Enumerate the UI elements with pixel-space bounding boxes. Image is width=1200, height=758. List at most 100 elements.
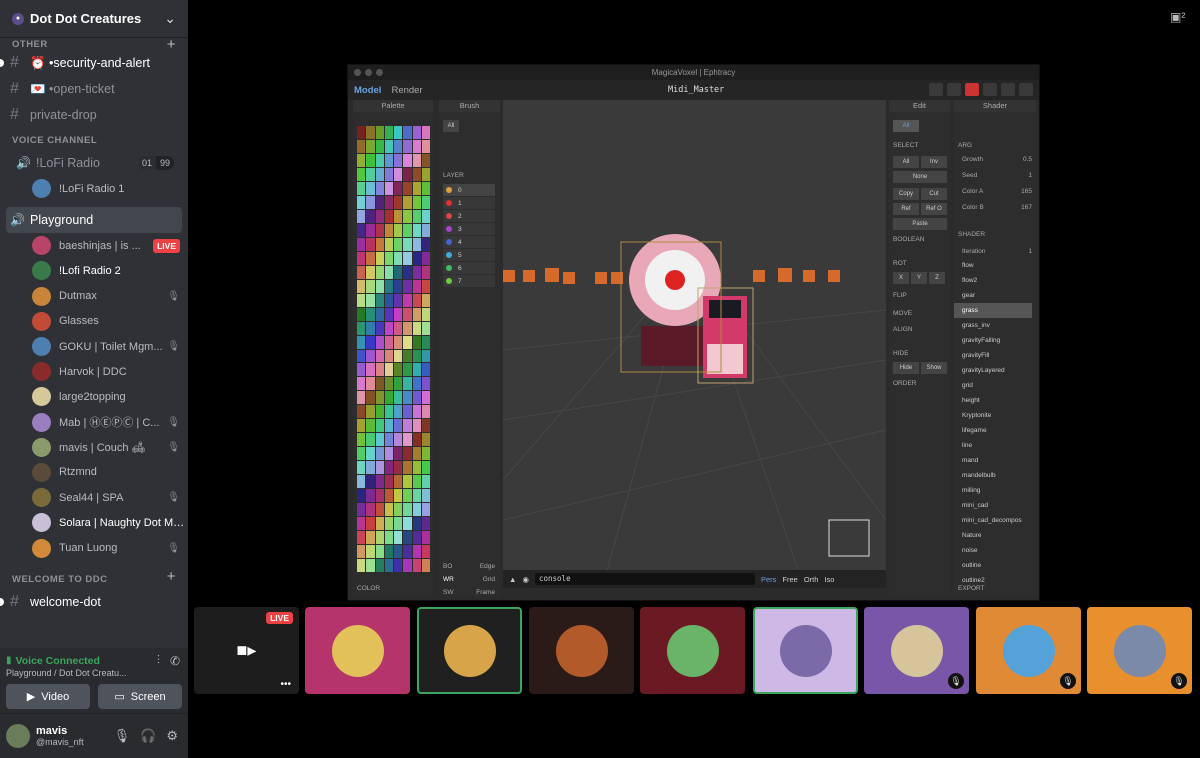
palette-swatch[interactable] [366, 433, 375, 447]
shader-item[interactable]: outline [954, 558, 1032, 573]
palette-swatch[interactable] [421, 419, 430, 433]
palette-swatch[interactable] [403, 545, 412, 559]
palette-swatch[interactable] [375, 307, 384, 321]
palette-swatch[interactable] [412, 433, 421, 447]
palette-swatch[interactable] [375, 377, 384, 391]
palette-swatch[interactable] [421, 265, 430, 279]
palette-swatch[interactable] [366, 251, 375, 265]
palette-swatch[interactable] [421, 251, 430, 265]
select-none-button[interactable]: None [893, 171, 947, 183]
layer-row[interactable]: 6 [443, 262, 495, 274]
chevron-down-icon[interactable]: ⌄ [164, 10, 176, 27]
palette-swatch[interactable] [421, 377, 430, 391]
server-header[interactable]: ● Dot Dot Creatures ⌄ [0, 0, 188, 38]
palette-swatch[interactable] [421, 153, 430, 167]
participant-tile[interactable] [640, 607, 745, 694]
ref-o-button[interactable]: Ref O [921, 203, 947, 215]
palette-swatch[interactable] [421, 489, 430, 503]
palette-swatch[interactable] [357, 349, 366, 363]
shader-item[interactable]: outline2 [954, 573, 1032, 583]
shader-item[interactable]: Kryptonite [954, 408, 1032, 423]
palette-swatch[interactable] [394, 209, 403, 223]
palette-swatch[interactable] [357, 363, 366, 377]
palette-swatch[interactable] [412, 181, 421, 195]
palette-swatch[interactable] [394, 181, 403, 195]
palette-swatch[interactable] [394, 503, 403, 517]
palette-swatch[interactable] [357, 405, 366, 419]
palette-swatch[interactable] [366, 405, 375, 419]
palette-swatch[interactable] [375, 419, 384, 433]
palette-swatch[interactable] [394, 461, 403, 475]
rot-z-button[interactable]: Z [929, 272, 945, 284]
participant-tile[interactable]: 🎙 [976, 607, 1081, 694]
palette-swatch[interactable] [366, 559, 375, 572]
palette-swatch[interactable] [366, 489, 375, 503]
arg-seed[interactable]: Seed 1 [962, 172, 1032, 179]
palette-swatch[interactable] [412, 223, 421, 237]
palette-swatch[interactable] [412, 405, 421, 419]
select-inv-button[interactable]: Inv [921, 156, 947, 168]
palette-swatch[interactable] [403, 461, 412, 475]
palette-swatch[interactable] [384, 153, 393, 167]
voice-member[interactable]: Mab | ⒽⒺⓅⒸ | C... 🎙 [0, 410, 188, 435]
tab-render[interactable]: Render [391, 85, 422, 96]
voice-member[interactable]: Solara | Naughty Dot Mg... [0, 510, 188, 535]
shader-item[interactable]: grass_inv [954, 318, 1032, 333]
palette-swatch[interactable] [384, 461, 393, 475]
category-voice-channel[interactable]: VOICE CHANNEL [0, 128, 188, 150]
shader-item[interactable]: flow2 [954, 273, 1032, 288]
palette-swatch[interactable] [403, 489, 412, 503]
palette-swatch[interactable] [421, 293, 430, 307]
shader-item[interactable]: height [954, 393, 1032, 408]
view-mode-iso[interactable]: Iso [824, 575, 834, 584]
palette-swatch[interactable] [375, 195, 384, 209]
palette-swatch[interactable] [366, 349, 375, 363]
voice-member[interactable]: Glasses [0, 309, 188, 334]
shader-item[interactable]: line [954, 438, 1032, 453]
shader-item[interactable]: gravityLayered [954, 363, 1032, 378]
palette-swatch[interactable] [412, 209, 421, 223]
palette-swatch[interactable] [403, 377, 412, 391]
palette-swatch[interactable] [384, 181, 393, 195]
palette-swatch[interactable] [421, 126, 430, 139]
palette-swatch[interactable] [412, 293, 421, 307]
channel-private-drop[interactable]: # private-drop [0, 102, 188, 128]
voice-member[interactable]: baeshinjas | is ... LIVE [0, 233, 188, 258]
palette-swatch[interactable] [366, 545, 375, 559]
palette-swatch[interactable] [421, 167, 430, 181]
palette-swatch[interactable] [384, 419, 393, 433]
palette-swatch[interactable] [421, 545, 430, 559]
palette-swatch[interactable] [412, 489, 421, 503]
palette-swatch[interactable] [403, 279, 412, 293]
palette-swatch[interactable] [412, 447, 421, 461]
palette-swatch[interactable] [394, 447, 403, 461]
palette-swatch[interactable] [384, 559, 393, 572]
palette-swatch[interactable] [384, 503, 393, 517]
shader-item[interactable]: noise [954, 543, 1032, 558]
palette-swatch[interactable] [412, 167, 421, 181]
palette-swatch[interactable] [394, 349, 403, 363]
view-mode-pers[interactable]: Pers [761, 575, 776, 584]
flag-wr[interactable]: WR [443, 573, 454, 586]
category-welcome[interactable]: WELCOME TO DDC + [0, 561, 188, 589]
voice-channel-playground[interactable]: 🔊 Playground [6, 207, 182, 234]
palette-swatch[interactable] [357, 209, 366, 223]
palette-swatch[interactable] [403, 419, 412, 433]
palette-swatch[interactable] [412, 559, 421, 572]
channel-security-and-alert[interactable]: # ⏰ •security-and-alert [0, 50, 188, 76]
palette-swatch[interactable] [421, 531, 430, 545]
palette-swatch[interactable] [384, 335, 393, 349]
select-all-button[interactable]: All [893, 156, 919, 168]
palette-swatch[interactable] [357, 167, 366, 181]
palette-swatch[interactable] [421, 307, 430, 321]
palette-swatch[interactable] [403, 153, 412, 167]
palette-swatch[interactable] [394, 265, 403, 279]
flag-sw[interactable]: SW [443, 586, 453, 599]
shader-item[interactable]: flow [954, 258, 1032, 273]
palette-swatch[interactable] [421, 517, 430, 531]
soundboard-icon[interactable]: ⫶ [157, 653, 160, 668]
palette-swatch[interactable] [403, 237, 412, 251]
console-toggle-icon[interactable]: ▲ [509, 575, 516, 584]
undo-icon[interactable] [929, 83, 943, 96]
palette-swatch[interactable] [394, 293, 403, 307]
